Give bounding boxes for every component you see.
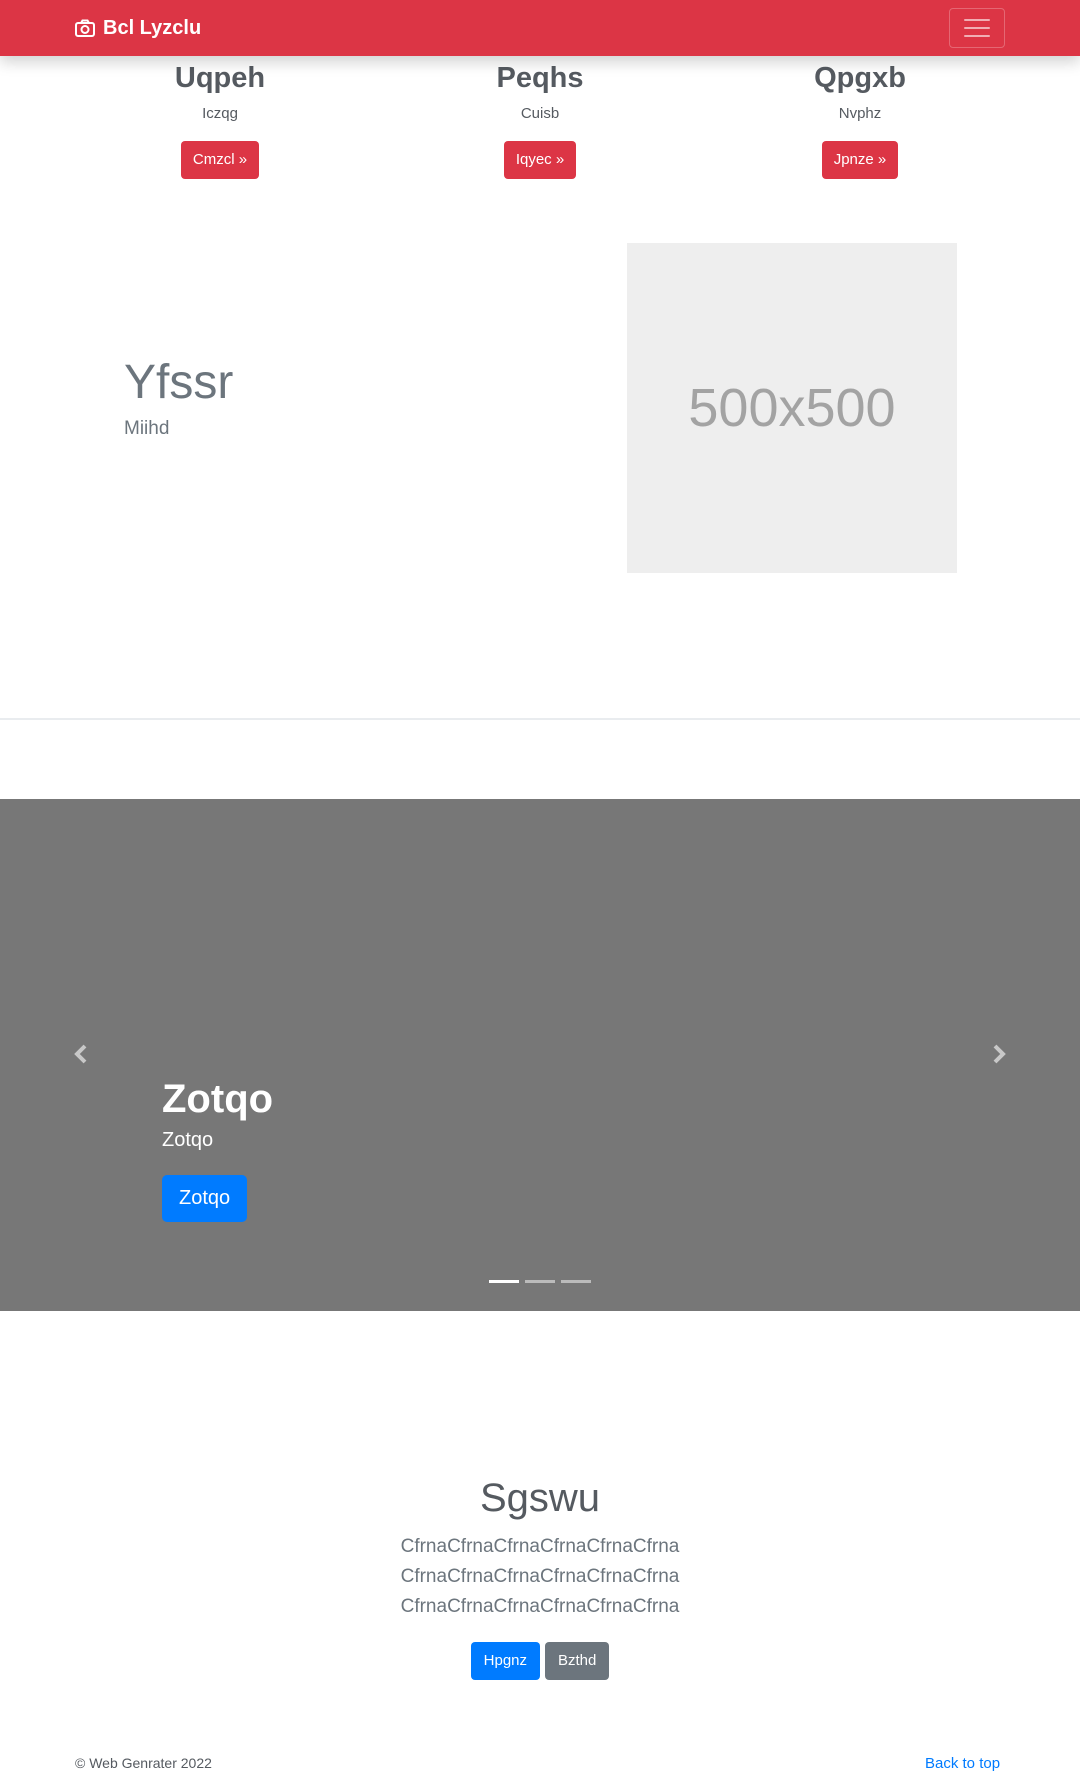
carousel-indicators [489, 1280, 591, 1283]
carousel: Zotqo Zotqo Zotqo [0, 799, 1080, 1311]
hero-primary-button[interactable]: Hpgnz [470, 1642, 540, 1680]
carousel-next-button[interactable] [984, 1039, 1014, 1069]
placeholder-image: 500x500 [627, 243, 957, 573]
carousel-caption-title: Zotqo [162, 1077, 274, 1121]
feature-title: Peqhs [496, 62, 584, 94]
carousel-indicator-1[interactable] [489, 1280, 519, 1283]
camera-icon [75, 19, 95, 37]
featurette-heading: Yfssr [124, 356, 234, 409]
carousel-indicator-3[interactable] [561, 1280, 591, 1283]
navbar-toggler-button[interactable] [949, 8, 1005, 48]
hero-secondary-button[interactable]: Bzthd [545, 1642, 610, 1680]
chevron-right-icon [993, 1044, 1006, 1064]
feature-title: Qpgxb [814, 62, 906, 94]
brand-name: Bcl Lyzclu [103, 16, 202, 39]
hero-buttons: Hpgnz Bzthd [0, 1642, 1080, 1680]
feature-button-2[interactable]: Iqyec » [503, 141, 577, 179]
back-to-top-link[interactable]: Back to top [925, 1755, 1000, 1772]
carousel-indicator-2[interactable] [525, 1280, 555, 1283]
hero-text: CfrnaCfrnaCfrnaCfrnaCfrnaCfrna CfrnaCfrn… [400, 1536, 680, 1617]
navbar: Bcl Lyzclu [0, 0, 1080, 56]
section-divider [0, 718, 1080, 720]
feature-subtitle: Iczqg [202, 105, 238, 122]
feature-button-3[interactable]: Jpnze » [821, 141, 899, 179]
feature-title: Uqpeh [174, 62, 266, 94]
chevron-left-icon [74, 1044, 87, 1064]
carousel-prev-button[interactable] [66, 1039, 96, 1069]
feature-column-1: Uqpeh Iczqg Cmzcl » [70, 56, 370, 179]
carousel-caption-button[interactable]: Zotqo [162, 1175, 248, 1222]
feature-column-3: Qpgxb Nvphz Jpnze » [710, 56, 1010, 179]
feature-subtitle: Nvphz [838, 105, 882, 122]
hero-title: Sgswu [479, 1476, 601, 1520]
navbar-brand[interactable]: Bcl Lyzclu [75, 0, 201, 56]
hamburger-menu-icon [964, 19, 990, 21]
feature-column-2: Peqhs Cuisb Iqyec » [390, 56, 690, 179]
footer-copyright: © Web Genrater 2022 [75, 1755, 212, 1771]
placeholder-image-label: 500x500 [688, 378, 896, 438]
hero-section: Sgswu CfrnaCfrnaCfrnaCfrnaCfrnaCfrna Cfr… [0, 1470, 1080, 1680]
carousel-caption-text: Zotqo [162, 1129, 214, 1151]
feature-subtitle: Cuisb [520, 105, 560, 122]
feature-button-1[interactable]: Cmzcl » [180, 141, 260, 179]
featurette-subheading: Miihd [124, 418, 170, 439]
